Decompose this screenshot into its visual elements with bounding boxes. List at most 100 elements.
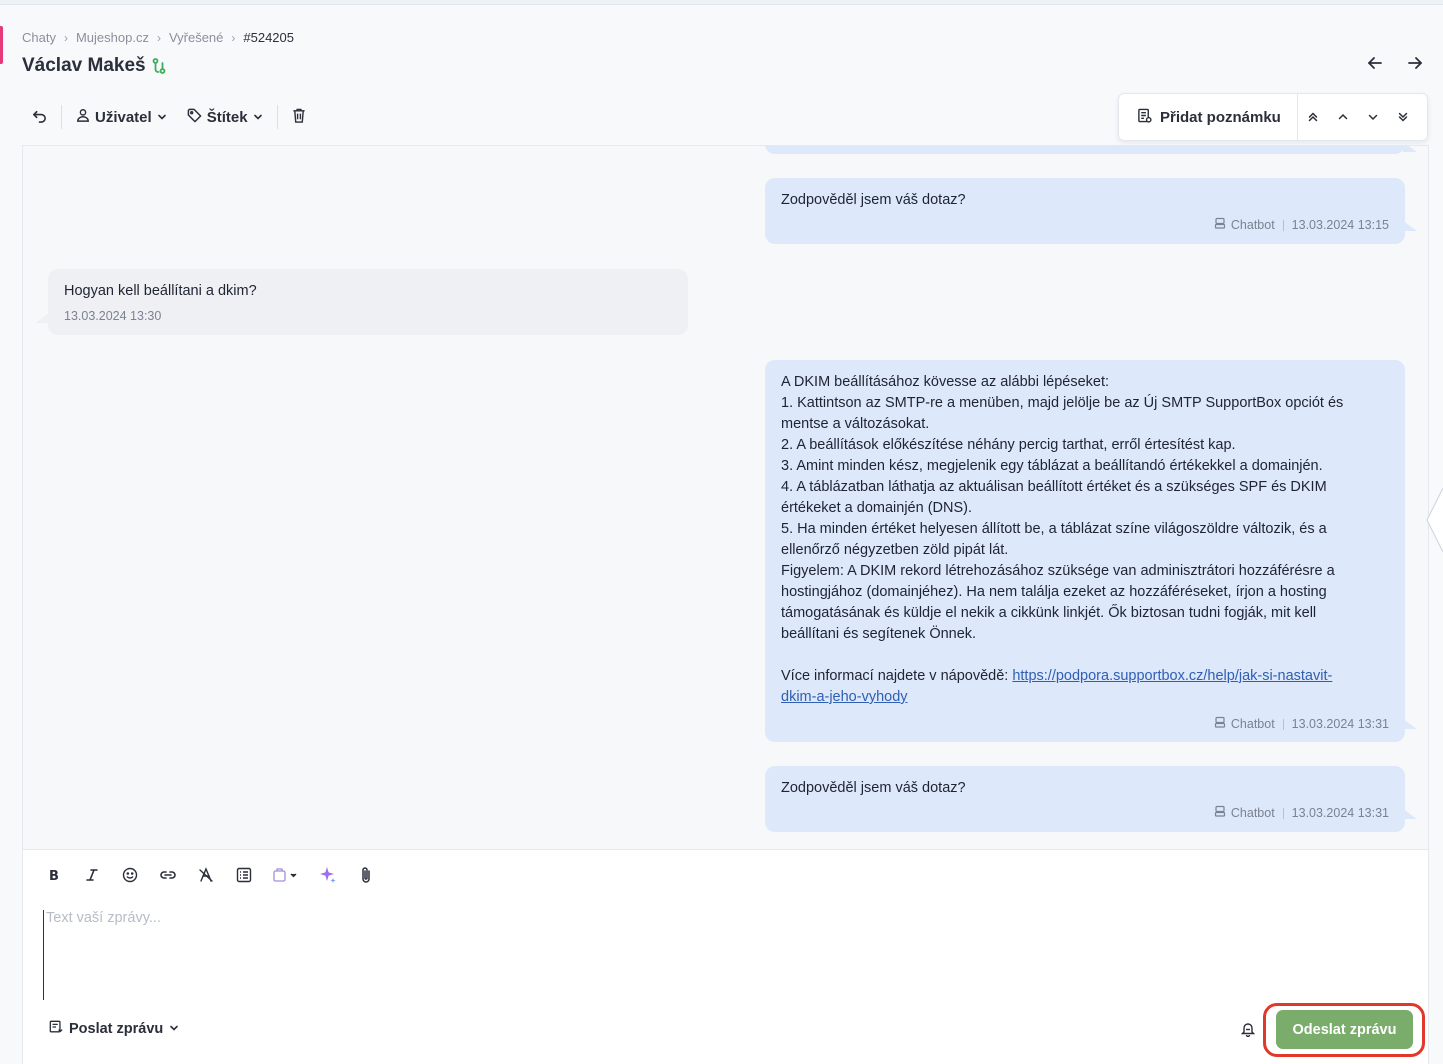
message-input[interactable] — [43, 910, 1403, 1000]
template-icon[interactable] — [231, 862, 257, 888]
double-chevron-down-icon[interactable] — [1388, 102, 1418, 132]
help-link[interactable]: https://podpora.supportbox.cz/help/jak-s… — [1012, 668, 1332, 684]
message-line: mentse a változásokat. — [781, 416, 930, 432]
message-text: Zodpověděl jsem váš dotaz? — [781, 192, 966, 208]
italic-icon[interactable] — [79, 862, 105, 888]
message-line: 2. A beállítások előkészítése néhány per… — [781, 437, 1236, 453]
message-line: 4. A táblázatban láthatja az aktuálisan … — [781, 479, 1327, 495]
message-meta: Chatbot 13.03.2024 13:31 — [781, 803, 1389, 824]
message-line: Figyelem: A DKIM rekord létrehozásához s… — [781, 563, 1335, 579]
delete-button[interactable] — [282, 100, 316, 134]
toolbar-divider — [61, 105, 62, 129]
message-line: értékeket a domainjén (DNS). — [781, 500, 972, 516]
breadcrumb-separator: › — [63, 30, 68, 45]
robot-icon — [1214, 215, 1226, 236]
chevron-down-icon — [157, 109, 167, 126]
message-author-name: Chatbot — [1230, 218, 1275, 232]
message-time: 13.03.2024 13:15 — [1291, 218, 1389, 232]
meta-separator — [1282, 808, 1284, 819]
message-time: 13.03.2024 13:31 — [1291, 717, 1389, 731]
help-link-continued[interactable]: dkim-a-jeho-vyhody — [781, 689, 908, 705]
tag-label: Štítek — [206, 108, 248, 126]
message-author: Chatbot — [1214, 714, 1275, 735]
meta-separator — [1282, 719, 1284, 730]
bubble-tail — [1403, 221, 1417, 231]
undo-button[interactable] — [22, 100, 57, 134]
active-indicator — [0, 26, 3, 64]
tag-icon — [187, 108, 202, 127]
arrow-right-icon[interactable] — [1407, 55, 1423, 71]
formatting-toolbar: B — [41, 862, 379, 888]
message-text: Hogyan kell beállítani a dkim? — [64, 283, 257, 299]
paperclip-icon[interactable] — [353, 862, 379, 888]
send-mode-icon — [49, 1020, 63, 1038]
message-list[interactable]: Zodpověděl jsem váš dotaz? Chatbot 13.03… — [22, 145, 1429, 850]
message-line: 3. Amint minden kész, megjelenik egy táb… — [781, 458, 1323, 474]
message-line: 1. Kattintson az SMTP-re a menüben, majd… — [781, 395, 1344, 411]
macro-icon[interactable] — [269, 862, 303, 888]
breadcrumb-separator: › — [231, 30, 236, 45]
message-line: beállítani és segítenek Önnek. — [781, 626, 977, 642]
message-author: Chatbot — [1214, 803, 1275, 824]
trash-icon — [292, 108, 306, 127]
double-chevron-up-icon[interactable] — [1298, 102, 1328, 132]
breadcrumb-separator: › — [156, 30, 161, 45]
bold-icon[interactable]: B — [41, 862, 67, 888]
send-mode-label: Poslat zprávu — [69, 1021, 164, 1037]
message-line: dkim-a-jeho-vyhody — [781, 687, 1389, 708]
message-line: támogatásának és küldje el nekik a cikkü… — [781, 605, 1317, 621]
message-author: Chatbot — [1214, 215, 1275, 236]
breadcrumb-item-chats[interactable]: Chaty — [22, 30, 56, 45]
breadcrumb-item-resolved[interactable]: Vyřešené — [169, 30, 223, 45]
bubble-tail — [35, 313, 49, 323]
message-bubble-partial — [765, 146, 1405, 154]
send-mode-dropdown[interactable]: Poslat zprávu — [49, 1020, 179, 1038]
message-text: Zodpověděl jsem váš dotaz? — [781, 780, 966, 796]
bubble-tail — [1403, 719, 1417, 729]
message-time: 13.03.2024 13:31 — [1291, 806, 1389, 820]
top-border — [0, 0, 1443, 5]
bell-icon[interactable] — [1240, 1021, 1256, 1042]
message-author-name: Chatbot — [1230, 806, 1275, 820]
breadcrumb-item-shop[interactable]: Mujeshop.cz — [76, 30, 149, 45]
message-line: ellenőrző négyzetben zöld pipát lát. — [781, 542, 1009, 558]
robot-icon — [1214, 803, 1226, 824]
side-panel-toggle[interactable] — [1424, 487, 1443, 553]
message-bubble-outgoing: Zodpověděl jsem váš dotaz? Chatbot 13.03… — [765, 178, 1405, 244]
assign-user-dropdown[interactable]: Uživatel — [66, 100, 177, 134]
page-header: Václav Makeš — [22, 55, 166, 77]
message-bubble-incoming: Hogyan kell beállítani a dkim? 13.03.202… — [48, 269, 688, 335]
chevron-up-icon[interactable] — [1328, 102, 1358, 132]
chevron-down-icon[interactable] — [1358, 102, 1388, 132]
assign-user-label: Uživatel — [95, 108, 152, 126]
status-icon — [152, 58, 166, 74]
tag-dropdown[interactable]: Štítek — [177, 100, 273, 134]
message-line: Více informací najdete v nápovědě: https… — [781, 666, 1389, 687]
meta-separator — [1282, 220, 1284, 231]
user-icon — [76, 108, 90, 126]
send-message-button[interactable]: Odeslat zprávu — [1276, 1010, 1413, 1049]
conversation-navigation — [1367, 55, 1423, 71]
notes-panel: Přidat poznámku — [1118, 93, 1428, 141]
message-jump-controls — [1298, 102, 1418, 132]
emoji-icon[interactable] — [117, 862, 143, 888]
message-meta: 13.03.2024 13:30 — [64, 306, 672, 327]
link-icon[interactable] — [155, 862, 181, 888]
toolbar-divider — [276, 105, 278, 129]
arrow-left-icon[interactable] — [1367, 55, 1383, 71]
more-info-text: Více informací najdete v nápovědě: — [781, 668, 1013, 684]
message-composer: B Poslat zprávu — [22, 849, 1429, 1064]
bubble-tail — [1403, 146, 1417, 152]
message-bubble-outgoing: A DKIM beállításához kövesse az alábbi l… — [765, 360, 1405, 742]
message-line: A DKIM beállításához kövesse az alábbi l… — [781, 374, 1110, 390]
add-note-button[interactable]: Přidat poznámku — [1119, 94, 1298, 140]
conversation-toolbar: Uživatel Štítek — [22, 100, 316, 134]
message-author-name: Chatbot — [1230, 717, 1275, 731]
chevron-down-icon — [253, 109, 263, 126]
message-meta: Chatbot 13.03.2024 13:31 — [781, 714, 1389, 735]
breadcrumb-current: #524205 — [243, 30, 295, 45]
message-line: 5. Ha minden értéket helyesen állított b… — [781, 521, 1327, 537]
ai-sparkle-icon[interactable] — [315, 862, 341, 888]
clear-format-icon[interactable] — [193, 862, 219, 888]
add-note-label: Přidat poznámku — [1160, 108, 1281, 126]
